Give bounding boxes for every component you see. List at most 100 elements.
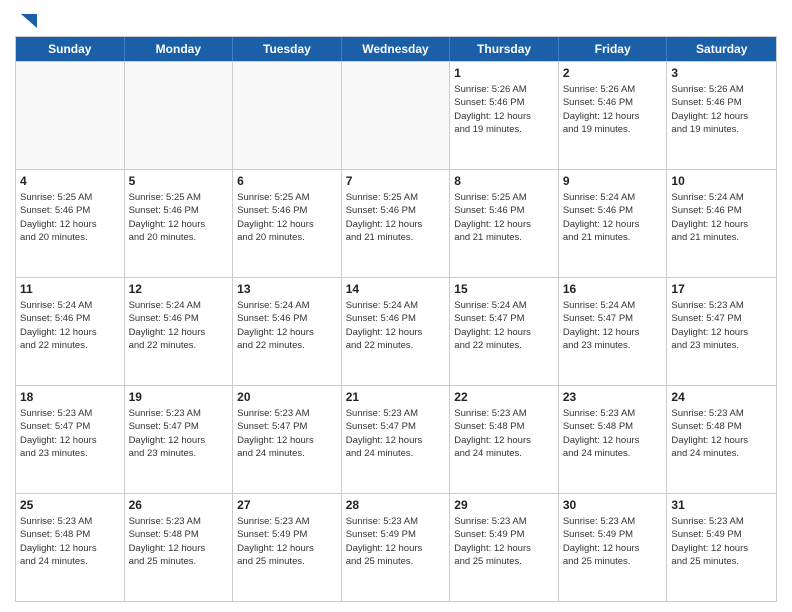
day-number: 8	[454, 173, 554, 189]
day-info: Sunrise: 5:24 AM Sunset: 5:46 PM Dayligh…	[346, 299, 446, 352]
day-number: 28	[346, 497, 446, 513]
day-cell-4: 4 Sunrise: 5:25 AM Sunset: 5:46 PM Daylig…	[16, 170, 125, 277]
day-info: Sunrise: 5:23 AM Sunset: 5:47 PM Dayligh…	[237, 407, 337, 460]
day-number: 22	[454, 389, 554, 405]
day-number: 13	[237, 281, 337, 297]
day-cell-5: 5 Sunrise: 5:25 AM Sunset: 5:46 PM Daylig…	[125, 170, 234, 277]
day-info: Sunrise: 5:23 AM Sunset: 5:49 PM Dayligh…	[563, 515, 663, 568]
day-cell-19: 19 Sunrise: 5:23 AM Sunset: 5:47 PM Dayli…	[125, 386, 234, 493]
day-info: Sunrise: 5:24 AM Sunset: 5:46 PM Dayligh…	[563, 191, 663, 244]
day-number: 9	[563, 173, 663, 189]
day-number: 3	[671, 65, 772, 81]
day-info: Sunrise: 5:26 AM Sunset: 5:46 PM Dayligh…	[563, 83, 663, 136]
day-number: 10	[671, 173, 772, 189]
weekday-header-saturday: Saturday	[667, 37, 776, 61]
day-number: 16	[563, 281, 663, 297]
day-cell-20: 20 Sunrise: 5:23 AM Sunset: 5:47 PM Dayli…	[233, 386, 342, 493]
day-number: 27	[237, 497, 337, 513]
day-number: 24	[671, 389, 772, 405]
day-number: 1	[454, 65, 554, 81]
day-info: Sunrise: 5:24 AM Sunset: 5:46 PM Dayligh…	[129, 299, 229, 352]
day-cell-13: 13 Sunrise: 5:24 AM Sunset: 5:46 PM Dayli…	[233, 278, 342, 385]
day-number: 20	[237, 389, 337, 405]
day-info: Sunrise: 5:26 AM Sunset: 5:46 PM Dayligh…	[454, 83, 554, 136]
day-info: Sunrise: 5:24 AM Sunset: 5:46 PM Dayligh…	[671, 191, 772, 244]
day-number: 2	[563, 65, 663, 81]
day-info: Sunrise: 5:24 AM Sunset: 5:47 PM Dayligh…	[563, 299, 663, 352]
day-info: Sunrise: 5:23 AM Sunset: 5:48 PM Dayligh…	[563, 407, 663, 460]
day-info: Sunrise: 5:23 AM Sunset: 5:47 PM Dayligh…	[20, 407, 120, 460]
day-cell-10: 10 Sunrise: 5:24 AM Sunset: 5:46 PM Dayli…	[667, 170, 776, 277]
day-number: 30	[563, 497, 663, 513]
day-number: 25	[20, 497, 120, 513]
day-number: 19	[129, 389, 229, 405]
day-cell-11: 11Sunrise: 5:24 AM Sunset: 5:46 PM Dayli…	[16, 278, 125, 385]
day-info: Sunrise: 5:23 AM Sunset: 5:49 PM Dayligh…	[237, 515, 337, 568]
day-info: Sunrise: 5:23 AM Sunset: 5:49 PM Dayligh…	[671, 515, 772, 568]
day-cell-14: 14Sunrise: 5:24 AM Sunset: 5:46 PM Dayli…	[342, 278, 451, 385]
day-cell-15: 15 Sunrise: 5:24 AM Sunset: 5:47 PM Dayli…	[450, 278, 559, 385]
weekday-header-friday: Friday	[559, 37, 668, 61]
day-number: 5	[129, 173, 229, 189]
calendar-row-5: 25 Sunrise: 5:23 AM Sunset: 5:48 PM Dayli…	[16, 493, 776, 601]
day-number: 15	[454, 281, 554, 297]
day-info: Sunrise: 5:23 AM Sunset: 5:47 PM Dayligh…	[671, 299, 772, 352]
day-info: Sunrise: 5:23 AM Sunset: 5:49 PM Dayligh…	[454, 515, 554, 568]
empty-cell	[342, 62, 451, 169]
weekday-header-sunday: Sunday	[16, 37, 125, 61]
day-cell-27: 27 Sunrise: 5:23 AM Sunset: 5:49 PM Dayli…	[233, 494, 342, 601]
logo-triangle-icon	[17, 10, 39, 32]
day-cell-6: 6Sunrise: 5:25 AM Sunset: 5:46 PM Daylig…	[233, 170, 342, 277]
day-number: 23	[563, 389, 663, 405]
calendar: SundayMondayTuesdayWednesdayThursdayFrid…	[15, 36, 777, 602]
day-info: Sunrise: 5:25 AM Sunset: 5:46 PM Dayligh…	[454, 191, 554, 244]
day-info: Sunrise: 5:25 AM Sunset: 5:46 PM Dayligh…	[129, 191, 229, 244]
day-cell-28: 28 Sunrise: 5:23 AM Sunset: 5:49 PM Dayli…	[342, 494, 451, 601]
day-number: 12	[129, 281, 229, 297]
day-cell-9: 9 Sunrise: 5:24 AM Sunset: 5:46 PM Daylig…	[559, 170, 668, 277]
day-cell-26: 26 Sunrise: 5:23 AM Sunset: 5:48 PM Dayli…	[125, 494, 234, 601]
day-number: 21	[346, 389, 446, 405]
day-cell-3: 3 Sunrise: 5:26 AM Sunset: 5:46 PM Daylig…	[667, 62, 776, 169]
day-cell-16: 16 Sunrise: 5:24 AM Sunset: 5:47 PM Dayli…	[559, 278, 668, 385]
day-info: Sunrise: 5:26 AM Sunset: 5:46 PM Dayligh…	[671, 83, 772, 136]
day-info: Sunrise: 5:23 AM Sunset: 5:47 PM Dayligh…	[346, 407, 446, 460]
calendar-row-1: 1 Sunrise: 5:26 AM Sunset: 5:46 PM Daylig…	[16, 61, 776, 169]
empty-cell	[16, 62, 125, 169]
day-cell-24: 24 Sunrise: 5:23 AM Sunset: 5:48 PM Dayli…	[667, 386, 776, 493]
day-info: Sunrise: 5:23 AM Sunset: 5:47 PM Dayligh…	[129, 407, 229, 460]
day-info: Sunrise: 5:24 AM Sunset: 5:46 PM Dayligh…	[20, 299, 120, 352]
day-cell-8: 8 Sunrise: 5:25 AM Sunset: 5:46 PM Daylig…	[450, 170, 559, 277]
logo	[15, 10, 39, 30]
calendar-row-2: 4 Sunrise: 5:25 AM Sunset: 5:46 PM Daylig…	[16, 169, 776, 277]
day-info: Sunrise: 5:24 AM Sunset: 5:46 PM Dayligh…	[237, 299, 337, 352]
day-info: Sunrise: 5:23 AM Sunset: 5:48 PM Dayligh…	[671, 407, 772, 460]
day-number: 26	[129, 497, 229, 513]
day-number: 18	[20, 389, 120, 405]
day-info: Sunrise: 5:25 AM Sunset: 5:46 PM Dayligh…	[20, 191, 120, 244]
day-cell-21: 21 Sunrise: 5:23 AM Sunset: 5:47 PM Dayli…	[342, 386, 451, 493]
day-cell-17: 17 Sunrise: 5:23 AM Sunset: 5:47 PM Dayli…	[667, 278, 776, 385]
day-number: 7	[346, 173, 446, 189]
day-info: Sunrise: 5:25 AM Sunset: 5:46 PM Dayligh…	[237, 191, 337, 244]
header	[15, 10, 777, 30]
day-info: Sunrise: 5:23 AM Sunset: 5:49 PM Dayligh…	[346, 515, 446, 568]
day-cell-12: 12 Sunrise: 5:24 AM Sunset: 5:46 PM Dayli…	[125, 278, 234, 385]
calendar-body: 1 Sunrise: 5:26 AM Sunset: 5:46 PM Daylig…	[16, 61, 776, 601]
weekday-header-monday: Monday	[125, 37, 234, 61]
day-number: 17	[671, 281, 772, 297]
day-info: Sunrise: 5:23 AM Sunset: 5:48 PM Dayligh…	[129, 515, 229, 568]
page: SundayMondayTuesdayWednesdayThursdayFrid…	[0, 0, 792, 612]
day-number: 4	[20, 173, 120, 189]
weekday-header-wednesday: Wednesday	[342, 37, 451, 61]
day-cell-25: 25Sunrise: 5:23 AM Sunset: 5:48 PM Dayli…	[16, 494, 125, 601]
day-info: Sunrise: 5:24 AM Sunset: 5:47 PM Dayligh…	[454, 299, 554, 352]
day-cell-2: 2 Sunrise: 5:26 AM Sunset: 5:46 PM Daylig…	[559, 62, 668, 169]
day-cell-31: 31Sunrise: 5:23 AM Sunset: 5:49 PM Dayli…	[667, 494, 776, 601]
day-cell-22: 22Sunrise: 5:23 AM Sunset: 5:48 PM Dayli…	[450, 386, 559, 493]
day-cell-30: 30 Sunrise: 5:23 AM Sunset: 5:49 PM Dayli…	[559, 494, 668, 601]
calendar-row-3: 11Sunrise: 5:24 AM Sunset: 5:46 PM Dayli…	[16, 277, 776, 385]
day-number: 29	[454, 497, 554, 513]
day-cell-23: 23 Sunrise: 5:23 AM Sunset: 5:48 PM Dayli…	[559, 386, 668, 493]
calendar-header: SundayMondayTuesdayWednesdayThursdayFrid…	[16, 37, 776, 61]
